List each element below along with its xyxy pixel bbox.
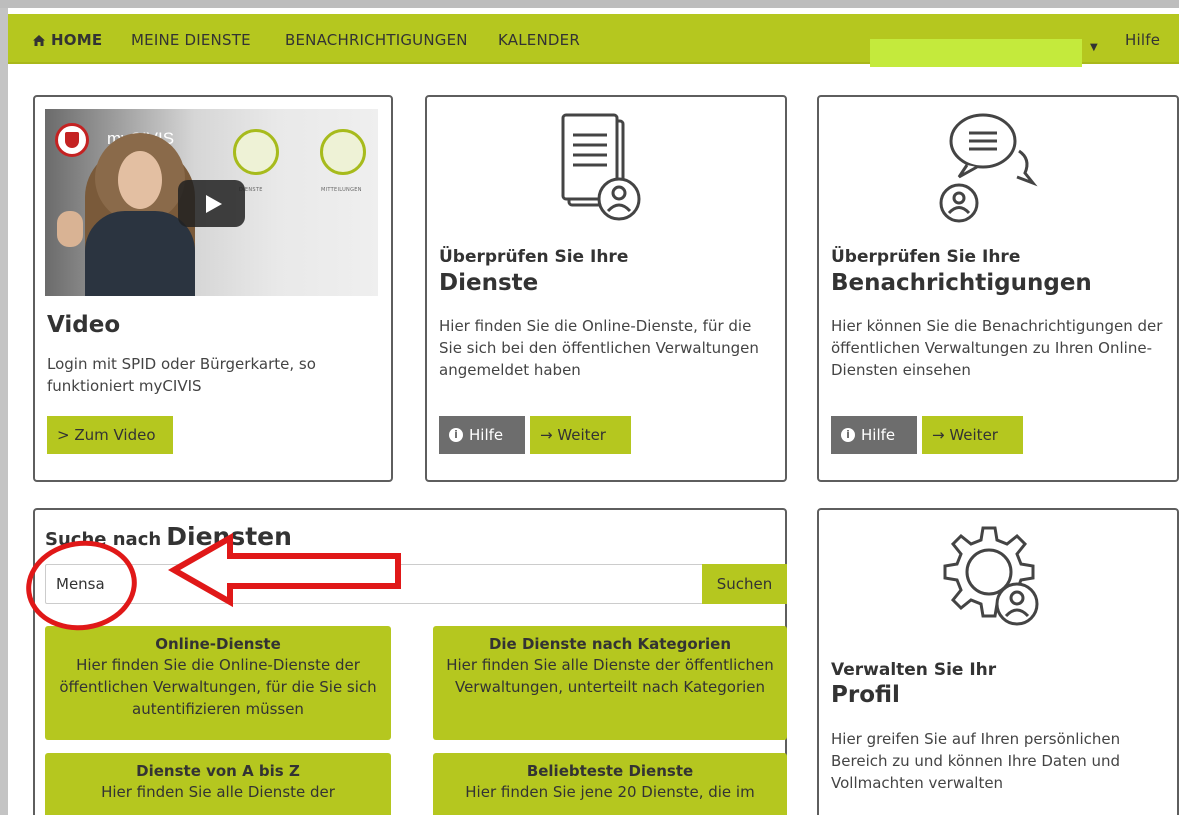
presenter-hand [57,211,83,247]
nav-home-link[interactable]: HOME [32,31,102,49]
tile-services-a-to-z[interactable]: Dienste von A bis Z Hier finden Sie alle… [45,753,391,815]
document-user-icon [561,113,641,221]
services-help-button[interactable]: i Hilfe [439,416,525,454]
notifications-help-label: Hilfe [861,426,896,444]
tile-title: Online-Dienste [155,635,281,653]
video-thumb-caption-messages: MITTEILUNGEN [321,187,362,193]
gear-user-icon [943,526,1039,626]
info-icon: i [841,428,855,442]
notifications-card-title-big: Benachrichtigungen [831,270,1092,296]
tile-services-by-category[interactable]: Die Dienste nach Kategorien Hier finden … [433,626,787,740]
nav-notifications-link[interactable]: BENACHRICHTIGUNGEN [285,31,468,49]
page-frame: HOME MEINE DIENSTE BENACHRICHTIGUNGEN KA… [8,8,1179,815]
tile-text: Hier finden Sie jene 20 Dienste, die im [465,783,755,801]
services-help-label: Hilfe [469,426,504,444]
search-title-main: Diensten [166,522,292,551]
tile-text: Hier finden Sie die Online-Dienste der ö… [59,656,377,718]
search-input[interactable] [45,564,704,604]
search-button[interactable]: Suchen [702,564,787,604]
tile-title: Dienste von A bis Z [136,762,300,780]
caret-down-icon[interactable]: ▼ [1090,42,1098,53]
notifications-card: Überprüfen Sie Ihre Benachrichtigungen H… [817,95,1179,482]
tile-title: Die Dienste nach Kategorien [488,635,732,653]
video-card: myCIVIS DIENSTE MITTEILUNGEN Video Login… [33,95,393,482]
notifications-next-button[interactable]: → Weiter [922,416,1023,454]
zum-video-button[interactable]: > Zum Video [47,416,173,454]
video-card-text: Login mit SPID oder Bürgerkarte, so funk… [47,355,316,395]
video-card-title: Video [47,312,121,338]
services-circle-icon [233,129,279,175]
play-button-icon[interactable] [178,180,245,227]
chat-user-icon [939,113,1038,223]
profile-card: Verwalten Sie Ihr Profil Hier greifen Si… [817,508,1179,815]
nav-calendar-link[interactable]: KALENDER [498,31,580,49]
profile-card-title-big: Profil [831,682,900,708]
nav-services-link[interactable]: MEINE DIENSTE [131,31,251,49]
province-logo-icon [55,123,89,157]
home-icon [33,35,45,46]
main-navbar: HOME MEINE DIENSTE BENACHRICHTIGUNGEN KA… [8,14,1179,67]
tile-title: Beliebteste Dienste [526,762,694,780]
notifications-card-text: Hier können Sie die Benachrichtigungen d… [831,317,1163,379]
window-top-strip [0,0,1179,8]
info-icon: i [449,428,463,442]
nav-help-link[interactable]: Hilfe [1125,31,1160,49]
services-card-title-small: Überprüfen Sie Ihre [439,247,629,267]
user-menu-highlight[interactable] [870,39,1082,67]
video-thumbnail[interactable]: myCIVIS DIENSTE MITTEILUNGEN [45,109,378,296]
search-card-title: Suche nach Diensten [45,522,292,551]
services-card-text: Hier finden Sie die Online-Dienste, für … [439,317,759,379]
notifications-card-title-small: Überprüfen Sie Ihre [831,247,1021,267]
tile-popular-services[interactable]: Beliebteste Dienste Hier finden Sie jene… [433,753,787,815]
tile-online-services[interactable]: Online-Dienste Hier finden Sie die Onlin… [45,626,391,740]
services-next-button[interactable]: → Weiter [530,416,631,454]
services-card-title-big: Dienste [439,270,539,296]
tile-text: Hier finden Sie alle Dienste der [101,783,335,801]
profile-card-title-small: Verwalten Sie Ihr [831,660,997,680]
messages-circle-icon [320,129,366,175]
notifications-help-button[interactable]: i Hilfe [831,416,917,454]
services-card: Überprüfen Sie Ihre Dienste Hier finden … [425,95,787,482]
nav-home-label: HOME [51,31,103,49]
profile-card-text: Hier greifen Sie auf Ihren persönlichen … [831,730,1121,792]
search-card: Suche nach Diensten Suchen Online-Dienst… [33,508,787,815]
search-title-prefix: Suche nach [45,529,162,550]
tile-text: Hier finden Sie alle Dienste der öffentl… [446,656,774,696]
